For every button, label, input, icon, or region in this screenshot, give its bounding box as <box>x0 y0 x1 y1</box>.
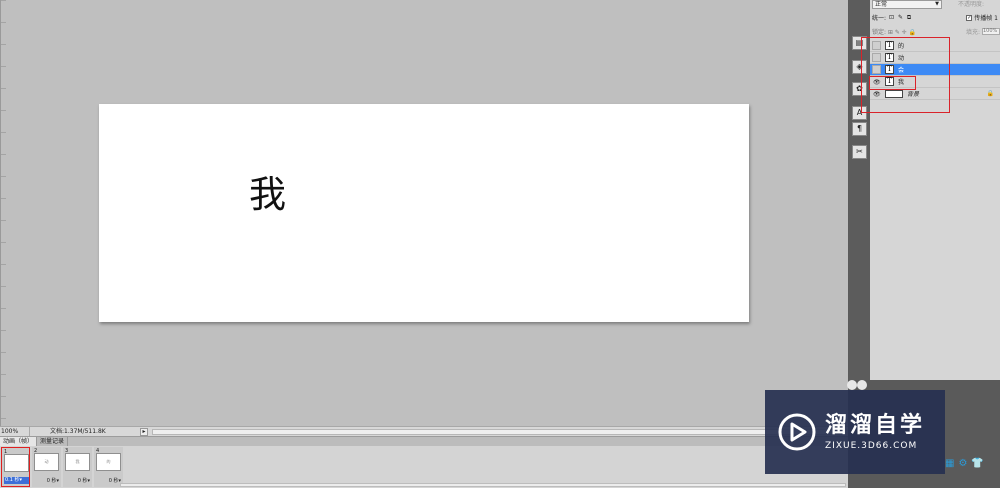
document-size-info: 文档:1.37M/511.8K <box>50 428 106 435</box>
lock-icon: 🔒 <box>986 90 994 97</box>
chevron-down-icon: ▼ <box>935 1 939 7</box>
visibility-toggle[interactable] <box>872 65 881 74</box>
fill-label: 填充: <box>965 29 980 36</box>
play-logo-icon <box>778 413 816 451</box>
canvas-text-layer[interactable]: 我 <box>249 176 286 213</box>
watermark-title: 溜溜自学 <box>825 413 926 438</box>
text-layer-icon: T <box>885 65 894 74</box>
background-layer-thumbnail <box>885 89 903 98</box>
animation-frame-1[interactable]: 1 0.1 秒▾ <box>1 447 30 487</box>
frame-thumbnail: 我 <box>65 453 90 471</box>
character-panel-icon[interactable]: A <box>852 106 867 120</box>
layer-row-dong[interactable]: T 动 <box>870 52 1000 64</box>
fill-value-field[interactable]: 100% <box>982 28 1000 35</box>
layer-name: 我 <box>898 79 905 86</box>
unify-label: 统一: <box>872 15 887 22</box>
panel-icon-strip: ▤ ◈ ✿ A ¶ ✂ <box>849 0 870 380</box>
visibility-toggle[interactable] <box>872 53 881 62</box>
history-panel-icon[interactable]: ▤ <box>852 36 867 50</box>
unify-row: 统一: ⊡ ✎ ⧉ ✓ 传播帧 1 <box>870 11 1000 24</box>
layer-row-wo[interactable]: 👁 T 我 <box>870 76 1000 88</box>
propagate-frame-option[interactable]: ✓ 传播帧 1 <box>966 13 1000 22</box>
dock-expand-knob[interactable] <box>857 380 867 390</box>
propagate-frame-label: 传播帧 1 <box>974 15 998 22</box>
layer-name: 背景 <box>907 91 920 98</box>
visibility-toggle[interactable] <box>872 41 881 50</box>
frame-delay-dropdown[interactable]: 0.1 秒▾ <box>4 477 29 484</box>
text-layer-icon: T <box>885 53 894 62</box>
eye-icon[interactable]: 👁 <box>872 89 881 98</box>
document-canvas[interactable]: 我 <box>99 104 749 322</box>
tab-animation-frames[interactable]: 动画（帧） <box>0 437 38 446</box>
text-layer-icon: T <box>885 77 894 86</box>
opacity-label: 不透明度: <box>958 1 985 8</box>
animation-frame-2[interactable]: 2 动 0 秒▾ <box>32 447 61 487</box>
zoom-level[interactable]: 100% <box>0 427 30 436</box>
lock-row: 锁定: ⊞ ✎ ✛ 🔒 填充: 100% <box>870 27 1000 36</box>
tool-presets-icon[interactable]: ✂ <box>852 145 867 159</box>
layer-name: 动 <box>898 55 905 62</box>
paragraph-panel-icon[interactable]: ¶ <box>852 122 867 136</box>
frame-list: 1 0.1 秒▾ 2 动 0 秒▾ 3 我 0 秒▾ 4 的 0 秒▾ <box>1 447 125 487</box>
lock-label: 锁定: ⊞ ✎ ✛ 🔒 <box>872 29 917 36</box>
canvas-workspace[interactable]: 我 <box>0 0 848 426</box>
tab-measurement-log[interactable]: 测量记录 <box>37 437 69 446</box>
frame-delay-dropdown[interactable]: 0 秒▾ <box>34 478 59 485</box>
layer-list: T 的 T 动 T 会 👁 T 我 👁 背景 🔒 <box>870 40 1000 100</box>
gear-icon[interactable]: ⚙ <box>958 458 967 469</box>
grid-icon[interactable]: ▦ <box>945 458 954 469</box>
watermark-logo: 溜溜自学 ZIXUE.3D66.COM <box>765 390 945 474</box>
frame-thumbnail: 的 <box>96 453 121 471</box>
blend-mode-select[interactable]: 正常 ▼ <box>872 0 942 9</box>
status-bar: 100% 文档:1.37M/511.8K ▸ <box>0 426 848 436</box>
frame-delay-dropdown[interactable]: 0 秒▾ <box>65 478 90 485</box>
animation-panel-tabs: 动画（帧） 测量记录 <box>0 437 848 446</box>
frame-thumbnail <box>4 454 29 472</box>
animation-frame-4[interactable]: 4 的 0 秒▾ <box>94 447 123 487</box>
animation-scrollbar[interactable] <box>120 483 846 487</box>
layer-row-hui[interactable]: T 会 <box>870 64 1000 76</box>
unify-options-icons[interactable]: ⊡ ✎ ⧉ <box>889 14 912 22</box>
checkbox-checked-icon[interactable]: ✓ <box>966 14 973 21</box>
watermark-text: 溜溜自学 ZIXUE.3D66.COM <box>825 413 925 451</box>
blend-mode-value: 正常 <box>875 1 888 8</box>
layer-name: 会 <box>898 67 905 74</box>
shirt-icon[interactable]: 👕 <box>971 458 983 469</box>
layer-name: 的 <box>898 43 905 50</box>
text-layer-icon: T <box>885 41 894 50</box>
frame-thumbnail: 动 <box>34 453 59 471</box>
layer-row-de[interactable]: T 的 <box>870 40 1000 52</box>
status-menu-arrow-icon[interactable]: ▸ <box>140 427 148 436</box>
animation-panel: 动画（帧） 测量记录 1 0.1 秒▾ 2 动 0 秒▾ 3 我 0 秒▾ 4 … <box>0 436 848 488</box>
watermark-subtitle: ZIXUE.3D66.COM <box>825 441 918 451</box>
horizontal-scrollbar[interactable] <box>152 428 844 435</box>
dock-bottom-icons: ▦ ⚙ 👕 <box>945 456 1000 470</box>
layer-row-background[interactable]: 👁 背景 🔒 <box>870 88 1000 100</box>
eye-icon[interactable]: 👁 <box>872 77 881 86</box>
properties-panel-icon[interactable]: ◈ <box>852 60 867 74</box>
layers-panel: 正常 ▼ 不透明度: 统一: ⊡ ✎ ⧉ ✓ 传播帧 1 锁定: ⊞ ✎ ✛ 🔒… <box>870 0 1000 380</box>
brush-panel-icon[interactable]: ✿ <box>852 82 867 96</box>
vertical-ruler <box>1 0 6 426</box>
animation-frame-3[interactable]: 3 我 0 秒▾ <box>63 447 92 487</box>
frame-delay-dropdown[interactable]: 0 秒▾ <box>96 478 121 485</box>
dock-collapse-knob[interactable] <box>847 380 857 390</box>
